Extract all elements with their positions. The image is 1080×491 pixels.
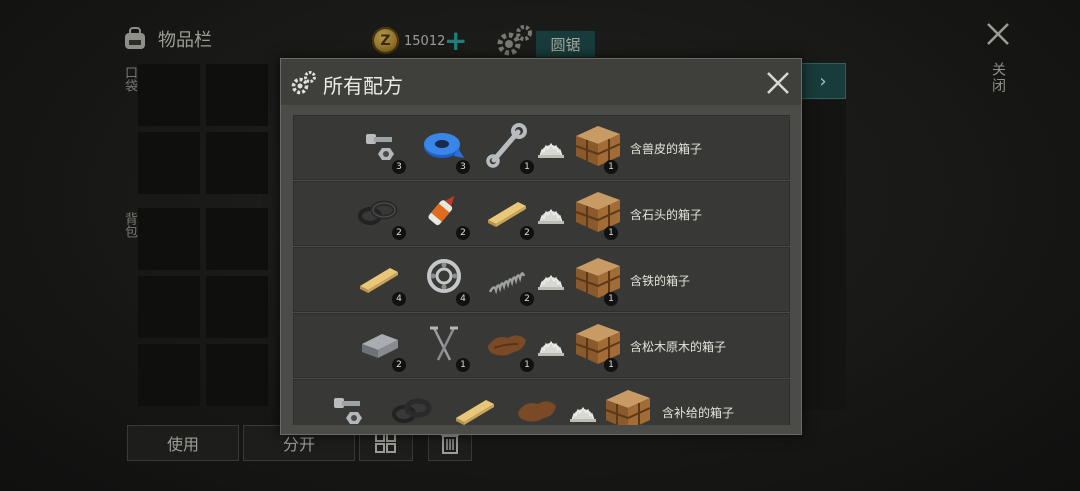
recipe-row[interactable]: 2 1 1 1 含松木原木的箱子	[293, 313, 790, 378]
recipe-row[interactable]: 3 3 1 1 含兽皮的箱子	[293, 115, 790, 180]
ingredient-count: 1	[456, 358, 470, 372]
ingredient-count: 2	[520, 226, 534, 240]
result-count: 1	[604, 358, 618, 372]
modal-header: 所有配方	[281, 59, 801, 105]
modal-title: 所有配方	[323, 74, 403, 98]
all-recipes-modal: 所有配方 3 3 1 1 含兽皮的箱子 2 2 2 1 含石头的箱子 4 4 2…	[280, 58, 802, 435]
circular-saw-icon	[570, 406, 596, 422]
close-icon[interactable]	[766, 71, 790, 95]
circular-saw-icon	[538, 208, 564, 224]
rubber-rings-icon	[390, 386, 436, 425]
result-count: 1	[604, 292, 618, 306]
recipe-result-name: 含石头的箱子	[630, 208, 703, 222]
circular-saw-icon	[538, 142, 564, 158]
ingredient-count: 4	[456, 292, 470, 306]
crate-icon	[572, 188, 624, 234]
recipe-result-name: 含松木原木的箱子	[630, 340, 727, 354]
ingredient-count: 1	[520, 358, 534, 372]
ingredient-count: 4	[392, 292, 406, 306]
result-count: 1	[604, 160, 618, 174]
ingredient-count: 2	[520, 292, 534, 306]
recipe-row[interactable]: 含补给的箱子	[293, 379, 790, 425]
circular-saw-icon	[538, 340, 564, 356]
ingredient-count: 2	[392, 226, 406, 240]
crate-icon	[602, 386, 654, 425]
recipe-row[interactable]: 4 4 2 1 含铁的箱子	[293, 247, 790, 312]
ingredient-count: 2	[456, 226, 470, 240]
gears-icon	[291, 71, 316, 95]
leather-icon	[514, 386, 560, 425]
recipe-result-name: 含补给的箱子	[662, 406, 735, 420]
result-count: 1	[604, 226, 618, 240]
ingredient-count: 3	[392, 160, 406, 174]
crate-icon	[572, 254, 624, 300]
circular-saw-icon	[538, 274, 564, 290]
ingredient-count: 2	[392, 358, 406, 372]
recipe-list[interactable]: 3 3 1 1 含兽皮的箱子 2 2 2 1 含石头的箱子 4 4 2 1 含铁…	[293, 115, 790, 425]
recipe-row[interactable]: 2 2 2 1 含石头的箱子	[293, 181, 790, 246]
ingredient-count: 3	[456, 160, 470, 174]
crate-icon	[572, 320, 624, 366]
ingredient-count: 1	[520, 160, 534, 174]
crate-icon	[572, 122, 624, 168]
recipe-result-name: 含铁的箱子	[630, 274, 691, 288]
recipe-result-name: 含兽皮的箱子	[630, 142, 703, 156]
bolt-nut-icon	[328, 386, 374, 425]
plank-icon	[452, 386, 498, 425]
